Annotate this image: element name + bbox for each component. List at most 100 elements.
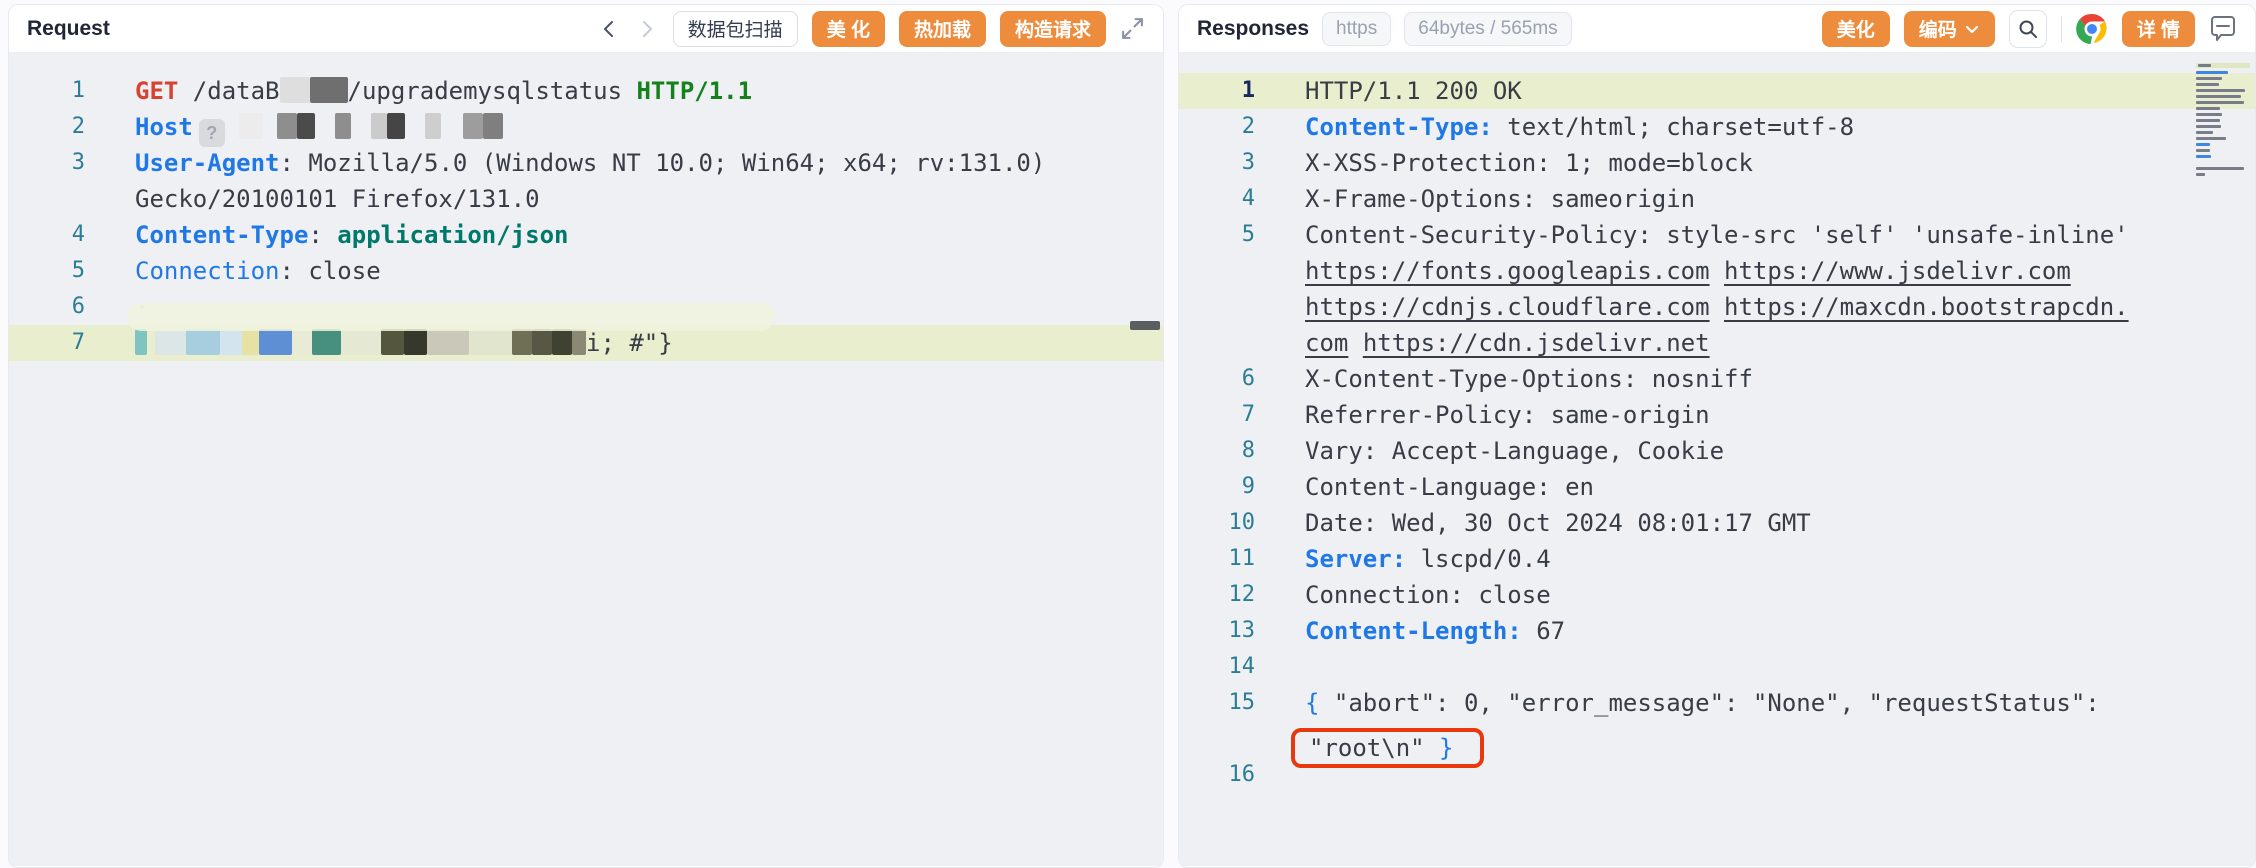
line-text: ·	[135, 289, 149, 325]
size-time-badge: 64bytes / 565ms	[1404, 12, 1571, 46]
code-line[interactable]: 6 X-Content-Type-Options: nosniff	[1179, 361, 2255, 397]
code-segment: Connection	[135, 257, 280, 285]
code-line[interactable]: 12Connection: close	[1179, 577, 2255, 613]
details-button[interactable]: 详 情	[2122, 11, 2195, 47]
code-line[interactable]: 1HTTP/1.1 200 OK	[1179, 73, 2255, 109]
code-line[interactable]: 11Server: lscpd/0.4	[1179, 541, 2255, 577]
code-line[interactable]: 7 Referrer-Policy: same-origin	[1179, 397, 2255, 433]
line-number	[1179, 325, 1255, 361]
code-line[interactable]: 14	[1179, 649, 2255, 685]
code-segment: /dataB	[193, 77, 280, 105]
code-segment: /upgrademysqlstatus	[348, 77, 637, 105]
code-line[interactable]: 8Vary: Accept-Language, Cookie	[1179, 433, 2255, 469]
line-number	[1179, 289, 1255, 325]
minimap-line	[2196, 77, 2250, 80]
code-segment: X-Content-Type-Options: nosniff	[1305, 365, 1753, 393]
minimap-line	[2196, 173, 2250, 176]
open-in-chrome-button[interactable]	[2076, 13, 2108, 45]
code-line[interactable]: https://cdnjs.cloudflare.com https://max…	[1179, 289, 2255, 325]
request-scrollbar-thumb[interactable]	[1130, 321, 1160, 330]
line-number: 2	[1179, 109, 1255, 145]
code-segment: Referrer-Policy: same-origin	[1305, 401, 1710, 429]
minimap-line	[2196, 131, 2250, 134]
code-segment: Content-Length:	[1305, 617, 1522, 645]
code-segment: X-Frame-Options: sameorigin	[1305, 185, 1695, 213]
code-segment: https://cdnjs.cloudflare.com	[1305, 293, 1710, 321]
line-number: 4	[1179, 181, 1255, 217]
line-text: GET /dataB/upgrademysqlstatus HTTP/1.1	[135, 73, 752, 109]
code-line[interactable]: 7i; #"}	[9, 325, 1163, 361]
line-number: 10	[1179, 505, 1255, 541]
code-line[interactable]: 2Content-Type: text/html; charset=utf-8	[1179, 109, 2255, 145]
build-request-button[interactable]: 构造请求	[1000, 11, 1106, 47]
code-line[interactable]: https://fonts.googleapis.com https://www…	[1179, 253, 2255, 289]
protocol-badge: https	[1322, 12, 1391, 46]
code-line[interactable]: 4Content-Type: application/json	[9, 217, 1163, 253]
line-text: https://fonts.googleapis.com https://www…	[1305, 253, 2071, 289]
code-line[interactable]: 15{ "abort": 0, "error_message": "None",…	[1179, 685, 2255, 721]
code-segment: HTTP/1.1 200 OK	[1305, 77, 1522, 105]
fullscreen-icon[interactable]	[1120, 16, 1145, 41]
code-line[interactable]: 4 X-Frame-Options: sameorigin	[1179, 181, 2255, 217]
code-line[interactable]: 13Content-Length: 67	[1179, 613, 2255, 649]
history-back-button[interactable]	[597, 17, 621, 41]
line-text: https://cdnjs.cloudflare.com https://max…	[1305, 289, 2129, 325]
encode-dropdown-button[interactable]: 编码	[1904, 11, 1995, 47]
search-button[interactable]	[2009, 10, 2047, 48]
minimap-line	[2196, 63, 2250, 68]
line-text: Host?	[135, 109, 503, 145]
code-line[interactable]: "root\n" }	[1179, 721, 2255, 757]
code-line[interactable]: 6·	[9, 289, 1163, 325]
request-editor[interactable]: 1GET /dataB/upgrademysqlstatus HTTP/1.12…	[9, 53, 1163, 866]
line-text: { "abort": 0, "error_message": "None", "…	[1305, 685, 2114, 721]
code-segment	[1425, 734, 1439, 762]
code-segment	[1348, 329, 1362, 357]
minimap[interactable]	[2196, 63, 2250, 185]
chevron-left-icon	[599, 19, 619, 39]
code-line[interactable]: 9Content-Language: en	[1179, 469, 2255, 505]
line-number: 2	[9, 109, 85, 145]
line-number: 9	[1179, 469, 1255, 505]
question-badge-icon[interactable]: ?	[199, 119, 225, 147]
line-text: Referrer-Policy: same-origin	[1305, 397, 1710, 433]
packet-scan-button[interactable]: 数据包扫描	[673, 11, 798, 47]
line-number: 4	[9, 217, 85, 253]
hot-reload-button[interactable]: 热加载	[899, 11, 986, 47]
line-text: Gecko/20100101 Firefox/131.0	[135, 181, 540, 217]
code-line[interactable]: 3User-Agent: Mozilla/5.0 (Windows NT 10.…	[9, 145, 1163, 181]
code-line[interactable]: 10 Date: Wed, 30 Oct 2024 08:01:17 GMT	[1179, 505, 2255, 541]
code-segment: GET	[135, 77, 193, 105]
code-line[interactable]: Gecko/20100101 Firefox/131.0	[9, 181, 1163, 217]
code-line[interactable]: 3X-XSS-Protection: 1; mode=block	[1179, 145, 2255, 181]
minimap-line	[2196, 149, 2250, 152]
code-line[interactable]: 5Connection: close	[9, 253, 1163, 289]
code-segment	[1710, 257, 1724, 285]
beautify-request-button[interactable]: 美 化	[812, 11, 885, 47]
code-segment: : close	[280, 257, 381, 285]
minimap-line	[2196, 83, 2250, 86]
line-text: Date: Wed, 30 Oct 2024 08:01:17 GMT	[1305, 505, 1811, 541]
line-number: 6	[1179, 361, 1255, 397]
code-line[interactable]: com https://cdn.jsdelivr.net	[1179, 325, 2255, 361]
minimap-line	[2196, 155, 2250, 158]
comment-icon[interactable]	[2209, 16, 2237, 42]
minimap-line	[2196, 125, 2250, 128]
line-number: 7	[1179, 397, 1255, 433]
minimap-line	[2196, 71, 2250, 74]
code-line[interactable]: 2 Host?	[9, 109, 1163, 145]
code-segment: lscpd/0.4	[1406, 545, 1551, 573]
code-segment: {	[1305, 689, 1319, 717]
history-forward-button[interactable]	[635, 17, 659, 41]
line-text: Connection: close	[135, 253, 381, 289]
code-line[interactable]: 5Content-Security-Policy: style-src 'sel…	[1179, 217, 2255, 253]
beautify-response-button[interactable]: 美化	[1822, 11, 1890, 47]
line-text: Content-Security-Policy: style-src 'self…	[1305, 217, 2143, 253]
code-line[interactable]: 1GET /dataB/upgrademysqlstatus HTTP/1.1	[9, 73, 1163, 109]
response-editor[interactable]: 1HTTP/1.1 200 OK2Content-Type: text/html…	[1179, 53, 2255, 866]
redacted-blocks	[135, 329, 586, 357]
minimap-line	[2196, 137, 2250, 140]
code-segment: User-Agent	[135, 149, 280, 177]
annotation-red-box: "root\n" }	[1291, 728, 1484, 768]
toolbar-divider	[2061, 16, 2062, 42]
code-segment: Server:	[1305, 545, 1406, 573]
